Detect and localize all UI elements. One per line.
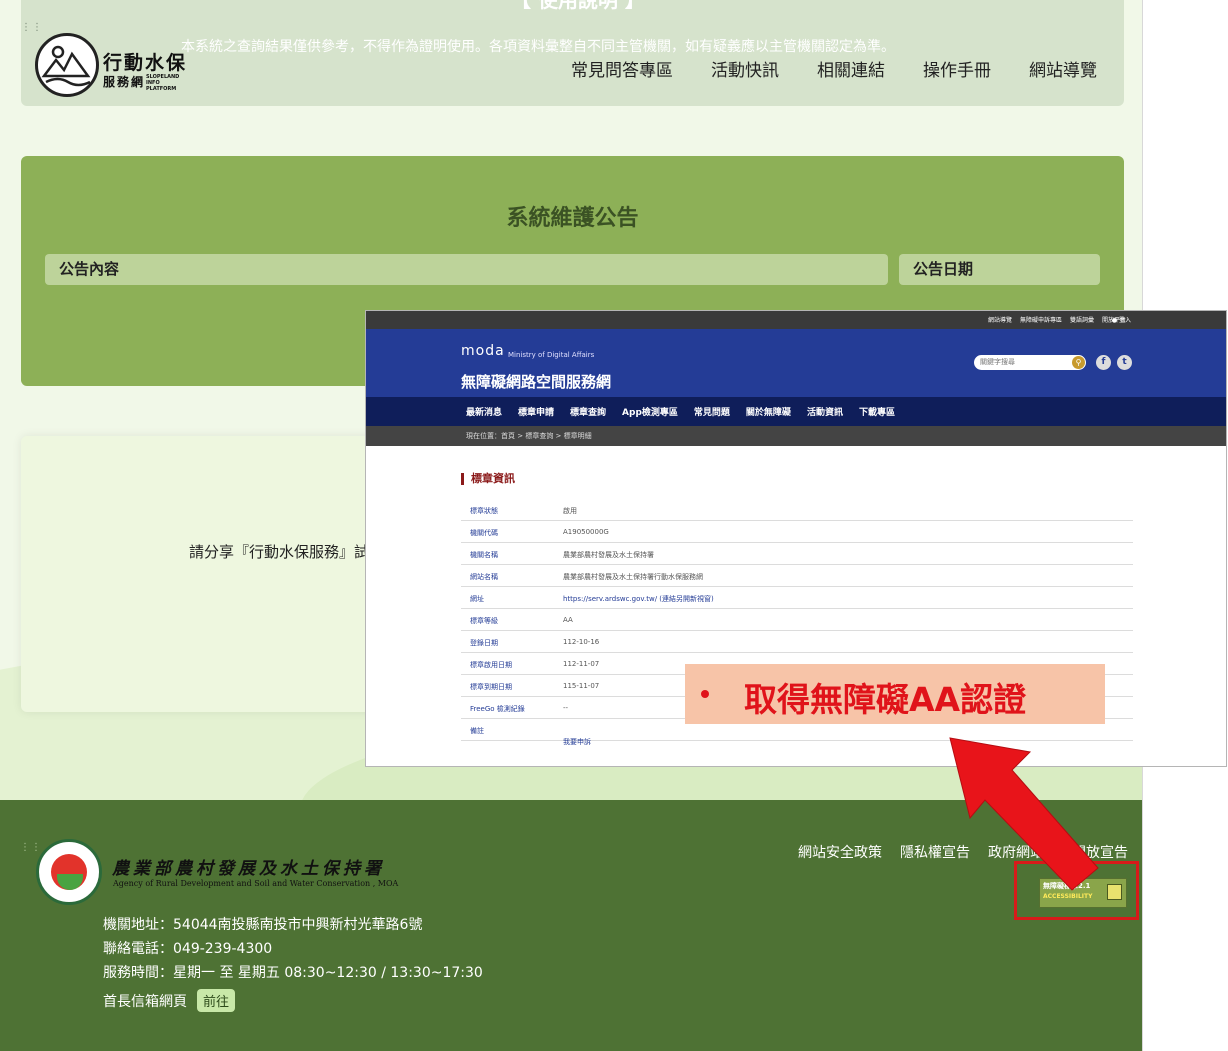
- row-label: 機關代碼: [470, 529, 498, 537]
- nav-sitemap[interactable]: 網站導覽: [1029, 56, 1097, 81]
- row-label: 網站名稱: [470, 573, 498, 581]
- login-label: 登入: [1118, 317, 1131, 324]
- row-value: 農業部農村發展及水土保持署行動水保服務網: [563, 573, 703, 581]
- moda-nav-events[interactable]: 活動資訊: [807, 405, 843, 418]
- agency-english-name: Agency of Rural Development and Soil and…: [113, 879, 399, 888]
- moda-nav-news[interactable]: 最新消息: [466, 405, 502, 418]
- row-value: 農業部農村發展及水土保持署: [563, 551, 654, 559]
- table-row: 機關代碼 A19050000G: [461, 521, 1133, 543]
- row-label: 標章狀態: [470, 507, 498, 515]
- moda-nav-download[interactable]: 下載專區: [859, 405, 895, 418]
- nav-manual[interactable]: 操作手冊: [923, 56, 991, 81]
- moda-site-title: 無障礙網路空間服務網: [461, 373, 612, 391]
- topbar-link-sitemap[interactable]: 網站導覽: [988, 315, 1012, 324]
- moda-logo[interactable]: moda: [461, 343, 505, 359]
- row-label: 標章啟用日期: [470, 661, 512, 669]
- badge-highlight-box: [1014, 861, 1139, 920]
- column-date: 公告日期: [899, 254, 1100, 285]
- agency-name: 農業部農村發展及水土保持署: [112, 859, 385, 879]
- drag-dots-icon: ⋮⋮: [21, 22, 43, 33]
- mailbox-label: 首長信箱網頁: [103, 994, 187, 1010]
- moda-nav-about[interactable]: 關於無障礙: [746, 405, 791, 418]
- row-value: 啟用: [563, 507, 577, 515]
- aa-certification-callout: 取得無障礙AA認證: [685, 664, 1105, 724]
- breadcrumb: 現在位置：首頁 > 標章查詢 > 標章明細: [366, 426, 1226, 446]
- row-label: 登錄日期: [470, 639, 498, 647]
- facebook-icon[interactable]: f: [1096, 355, 1111, 370]
- callout-text: 取得無障礙AA認證: [744, 680, 1027, 719]
- row-value: 115-11-07: [563, 682, 600, 690]
- moda-search: ⚲: [974, 355, 1086, 370]
- site-header: 【 使用說明 】 本系統之查詢結果僅供參考，不得作為證明使用。各項資料彙整自不同…: [21, 0, 1124, 106]
- logo-english: SLOPELAND INFO PLATFORM: [146, 74, 180, 92]
- moda-nav-query[interactable]: 標章查詢: [570, 405, 606, 418]
- bullet-icon: [701, 690, 709, 698]
- table-row: 網址 https://serv.ardswc.gov.tw/ (連結另開新視窗): [461, 587, 1133, 609]
- logo-title: 行動水保: [103, 52, 188, 74]
- footer-mailbox: 首長信箱網頁 前往: [103, 989, 236, 1012]
- table-row: 標章等級 AA: [461, 609, 1133, 631]
- row-value: 112-10-16: [563, 638, 600, 646]
- row-url-link[interactable]: https://serv.ardswc.gov.tw/ (連結另開新視窗): [563, 594, 714, 604]
- column-content: 公告內容: [45, 254, 888, 285]
- footer-address: 機關地址：54044南投縣南投市中興新村光華路6號: [103, 917, 423, 933]
- moda-nav-apply[interactable]: 標章申請: [518, 405, 554, 418]
- row-value: 112-11-07: [563, 660, 600, 668]
- table-row: 登錄日期 112-10-16: [461, 631, 1133, 653]
- login-link[interactable]: ● 登入: [1112, 315, 1131, 324]
- footer-link-privacy[interactable]: 隱私權宣告: [900, 842, 970, 862]
- moda-english: Ministry of Digital Affairs: [508, 351, 595, 359]
- footer-link-security[interactable]: 網站安全政策: [798, 842, 882, 862]
- usage-heading: 【 使用說明 】: [511, 0, 645, 12]
- footer-links: 網站安全政策 隱私權宣告 政府網站資料開放宣告: [798, 842, 1128, 862]
- table-row: 網站名稱 農業部農村發展及水土保持署行動水保服務網: [461, 565, 1133, 587]
- footer-phone: 聯絡電話：049-239-4300: [103, 941, 273, 957]
- nav-faq[interactable]: 常見問答專區: [571, 56, 673, 81]
- moda-nav-faq[interactable]: 常見問題: [694, 405, 730, 418]
- section-title: 標章資訊: [461, 473, 515, 485]
- main-nav: 常見問答專區 活動快訊 相關連結 操作手冊 網站導覽: [571, 56, 1097, 81]
- nav-links[interactable]: 相關連結: [817, 56, 885, 81]
- row-value: A19050000G: [563, 528, 609, 536]
- moda-nav-app[interactable]: App檢測專區: [622, 405, 678, 418]
- topbar-link-complaint[interactable]: 無障礙申訴專區: [1020, 315, 1062, 324]
- twitter-icon[interactable]: t: [1117, 355, 1132, 370]
- row-label: 標章到期日期: [470, 683, 512, 691]
- topbar-link-glossary[interactable]: 雙語詞彙: [1070, 315, 1094, 324]
- row-value: AA: [563, 616, 573, 624]
- row-value: --: [563, 704, 569, 712]
- nav-events[interactable]: 活動快訊: [711, 56, 779, 81]
- row-label: 備註: [470, 727, 484, 735]
- search-icon[interactable]: ⚲: [1072, 356, 1085, 369]
- mailbox-go-button[interactable]: 前往: [197, 989, 236, 1012]
- site-logo-icon[interactable]: [35, 33, 99, 97]
- table-row: 機關名稱 農業部農村發展及水土保持署: [461, 543, 1133, 565]
- moda-topbar: 網站導覽 無障礙申訴專區 雙語詞彙 開放平台 ● 登入: [366, 311, 1226, 329]
- moda-banner: moda Ministry of Digital Affairs 無障礙網路空間…: [366, 329, 1226, 397]
- logo-subtitle: 服務網: [103, 75, 146, 89]
- share-text: 請分享『行動水保服務』試: [189, 543, 370, 561]
- moda-navbar: 最新消息 標章申請 標章查詢 App檢測專區 常見問題 關於無障礙 活動資訊 下…: [366, 397, 1226, 426]
- footer-hours: 服務時間：星期一 至 星期五 08:30~12:30 / 13:30~17:30: [103, 965, 483, 981]
- site-footer: ⋮⋮ 農業部農村發展及水土保持署 Agency of Rural Develop…: [0, 800, 1142, 1051]
- complaint-link[interactable]: 我要申訴: [563, 737, 591, 747]
- row-label: 標章等級: [470, 617, 498, 625]
- row-label: 網址: [470, 595, 484, 603]
- breadcrumb-text: 現在位置：首頁 > 標章查詢 > 標章明細: [466, 432, 592, 440]
- row-label: 機關名稱: [470, 551, 498, 559]
- row-label: FreeGo 檢測紀錄: [470, 705, 525, 713]
- agency-seal-icon: [36, 839, 102, 905]
- search-input[interactable]: [980, 356, 1070, 367]
- footer-link-opendata[interactable]: 政府網站資料開放宣告: [988, 842, 1128, 862]
- disclaimer-notice: 本系統之查詢結果僅供參考，不得作為證明使用。各項資料彙整自不同主管機關，如有疑義…: [181, 39, 895, 55]
- drag-dots-icon: ⋮⋮: [20, 842, 42, 853]
- maintenance-title: 系統維護公告: [506, 206, 639, 231]
- table-row: 標章狀態 啟用: [461, 499, 1133, 521]
- mountain-icon: [41, 45, 91, 87]
- topbar-links: 網站導覽 無障礙申訴專區 雙語詞彙 開放平台: [988, 315, 1126, 324]
